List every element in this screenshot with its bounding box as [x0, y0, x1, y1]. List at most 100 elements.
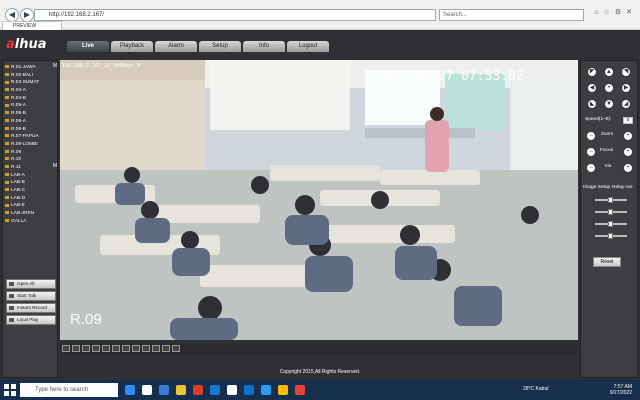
weather-readout[interactable]: 28°C Kabut	[523, 386, 549, 392]
camera-list-item[interactable]: LAB-E	[5, 202, 55, 210]
camera-list-item[interactable]: R.09	[5, 149, 55, 157]
menu-setup[interactable]: Setup	[199, 41, 241, 52]
zoom-label: Zoom	[601, 132, 614, 137]
taskbar-app-icon[interactable]	[295, 385, 305, 395]
back-icon[interactable]: ◀	[5, 8, 19, 22]
taskbar-app-icon[interactable]	[261, 385, 271, 395]
ptz-down-left-button[interactable]: ◣	[587, 99, 597, 109]
taskbar-app-icon[interactable]	[159, 385, 169, 395]
camera-list-item[interactable]: LAB-C	[5, 187, 55, 195]
ptz-down-button[interactable]: ▼	[604, 99, 614, 109]
browser-toolbar: ◀ ▶ http://192.168.2.167/ Search... PREV…	[0, 0, 640, 30]
iris-close-button[interactable]: −	[586, 163, 596, 173]
speed-label: Speed(1~8):	[585, 117, 612, 122]
taskbar-app-icon[interactable]	[278, 385, 288, 395]
toolbar-button[interactable]	[82, 345, 90, 352]
toolbar-button[interactable]	[132, 345, 140, 352]
camera-list-item[interactable]: R.04-A	[5, 87, 55, 95]
camera-list-item[interactable]: LAB-JRSN	[5, 210, 55, 218]
camera-list-item[interactable]: R.07-PAPUA	[5, 133, 55, 141]
camera-list-item[interactable]: GALLA	[5, 218, 55, 226]
toolbar-button[interactable]	[112, 345, 120, 352]
ptz-up-right-button[interactable]: ◥	[621, 67, 631, 77]
ptz-down-right-button[interactable]: ◢	[621, 99, 631, 109]
camera-list-item[interactable]: R.05-B	[5, 110, 55, 118]
camera-list-item[interactable]: R.06-B	[5, 126, 55, 134]
camera-list-item[interactable]: R.04-B	[5, 95, 55, 103]
windows-taskbar: Type here to search 28°C Kabut 7:57 AM 9…	[0, 380, 640, 400]
camera-list-item[interactable]: R.06-A	[5, 118, 55, 126]
image-setup-tab[interactable]: Image Setup	[583, 185, 610, 190]
focus-near-button[interactable]: −	[586, 147, 596, 157]
menu-info[interactable]: Info	[243, 41, 285, 52]
menu-alarm[interactable]: Alarm	[155, 41, 197, 52]
camera-list-item[interactable]: R.10	[5, 156, 55, 164]
camera-m-tag: M	[52, 63, 57, 69]
menu-logout[interactable]: Logout	[287, 41, 329, 52]
ptz-left-button[interactable]: ◀	[587, 83, 597, 93]
taskbar-app-icon[interactable]	[125, 385, 135, 395]
camera-list-item[interactable]: R.01-JAWA	[5, 64, 55, 72]
zoom-out-button[interactable]: −	[586, 131, 596, 141]
video-timestamp: 2022-09-27 07:53:02	[375, 69, 524, 84]
camera-list-item[interactable]: R.11	[5, 164, 55, 172]
zoom-in-button[interactable]: +	[623, 131, 633, 141]
open-all-button[interactable]: Open All	[6, 279, 56, 289]
ptz-center-button[interactable]: •	[604, 83, 614, 93]
address-bar[interactable]: http://192.168.2.167/	[34, 9, 436, 21]
browser-window-controls[interactable]: ⌂☆⚙✕	[594, 8, 637, 16]
camera-list-item[interactable]: LAB-A	[5, 172, 55, 180]
speed-select[interactable]: 5	[623, 117, 633, 124]
camera-list-item[interactable]: R.05-A	[5, 102, 55, 110]
taskbar-clock[interactable]: 7:57 AM 9/27/2022	[610, 384, 632, 396]
windows-start-icon[interactable]	[4, 384, 16, 396]
copyright-text: Copyright 2015,All Rights Reserved.	[279, 369, 361, 375]
taskbar-search-input[interactable]: Type here to search	[20, 383, 118, 397]
ptz-up-button[interactable]: ▲	[604, 67, 614, 77]
left-action-buttons: Open All Start Talk Instant Record Local…	[6, 279, 56, 327]
menu-live[interactable]: Live	[67, 41, 109, 52]
ptz-up-left-button[interactable]: ◤	[587, 67, 597, 77]
camera-list-item[interactable]: R.02-BALI	[5, 72, 55, 80]
camera-panel: R.01-JAWA R.02-BALI R.03-SUMAT R.04-A R.04-B…	[2, 60, 58, 378]
toolbar-button[interactable]	[72, 345, 80, 352]
toolbar-button[interactable]	[122, 345, 130, 352]
reset-button[interactable]: Reset	[593, 257, 621, 267]
camera-list-item[interactable]: R.08-LOMBI	[5, 141, 55, 149]
taskbar-app-icon[interactable]	[193, 385, 203, 395]
toolbar-button[interactable]	[92, 345, 100, 352]
toolbar-button[interactable]	[102, 345, 110, 352]
toolbar-button[interactable]	[152, 345, 160, 352]
toolbar-button[interactable]	[62, 345, 70, 352]
camera-list[interactable]: R.01-JAWA R.02-BALI R.03-SUMAT R.04-A R.04-B…	[5, 64, 55, 248]
ptz-right-button[interactable]: ▶	[621, 83, 631, 93]
taskbar-app-icon[interactable]	[244, 385, 254, 395]
instant-record-button[interactable]: Instant Record	[6, 303, 56, 313]
forward-icon[interactable]: ▶	[20, 8, 34, 22]
camera-list-item[interactable]: LAB-B	[5, 179, 55, 187]
toolbar-button[interactable]	[162, 345, 170, 352]
live-video-view[interactable]: 2022-09-27 07:53:02 R.09 192.168.2.167_1…	[60, 60, 578, 340]
start-talk-button[interactable]: Start Talk	[6, 291, 56, 301]
toolbar-button[interactable]	[142, 345, 150, 352]
taskbar-app-icon[interactable]	[210, 385, 220, 395]
local-play-button[interactable]: Local Play	[6, 315, 56, 325]
taskbar-app-icon[interactable]	[142, 385, 152, 395]
contrast-slider[interactable]	[588, 209, 634, 215]
taskbar-app-icon[interactable]	[176, 385, 186, 395]
brightness-slider[interactable]	[588, 197, 634, 203]
focus-far-button[interactable]: +	[623, 147, 633, 157]
browser-search-input[interactable]: Search...	[439, 9, 584, 21]
taskbar-app-icon[interactable]	[227, 385, 237, 395]
camera-list-item[interactable]: LAB-D	[5, 195, 55, 203]
camera-list-item[interactable]: R.03-SUMAT	[5, 79, 55, 87]
video-toolbar	[60, 344, 578, 354]
menu-playback[interactable]: Playback	[111, 41, 153, 52]
hue-slider[interactable]	[588, 233, 634, 239]
relay-out-tab[interactable]: Relay-out	[612, 185, 633, 190]
browser-tab[interactable]: PREVIEW	[2, 21, 62, 30]
iris-open-button[interactable]: +	[623, 163, 633, 173]
camera-m-tag: M	[52, 163, 57, 169]
toolbar-button[interactable]	[172, 345, 180, 352]
saturation-slider[interactable]	[588, 221, 634, 227]
